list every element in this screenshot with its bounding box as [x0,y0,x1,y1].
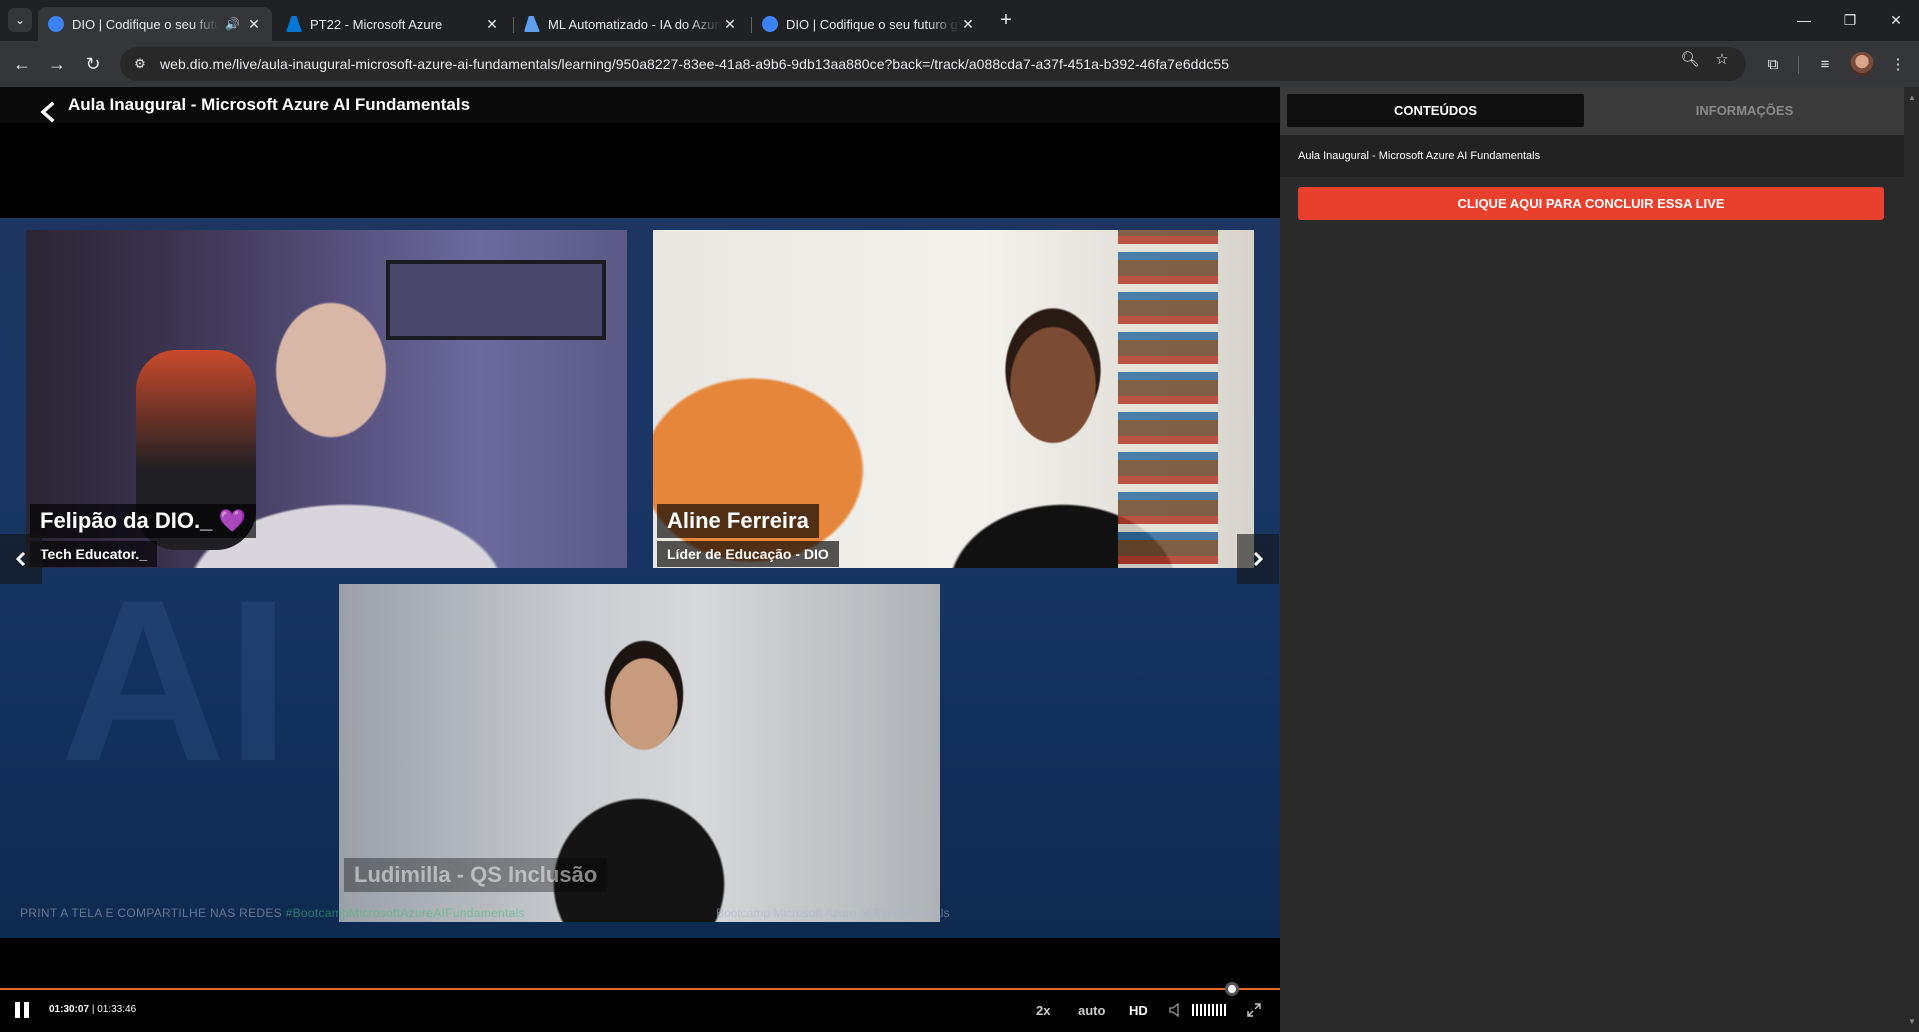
new-tab-icon[interactable]: + [995,10,1017,32]
azure-favicon-icon [286,16,302,32]
speed-button[interactable]: 2x [1036,1003,1050,1018]
quality-button[interactable]: HD [1129,1003,1148,1018]
tab-conteudos[interactable]: CONTEÚDOS [1287,94,1584,127]
player-header: Aula Inaugural - Microsoft Azure AI Fund… [0,87,1280,123]
dio-favicon-icon [762,16,778,32]
dio-favicon-icon [48,16,64,32]
shelf-shape [386,260,606,340]
tab-dio[interactable]: DIO | Codifique o seu futuro gl ✕ [752,7,986,41]
back-chevron-icon[interactable] [38,101,58,123]
progress-bar[interactable] [0,988,1280,990]
close-tab-icon[interactable]: ✕ [722,16,738,32]
tab-title: DIO | Codifique o seu futuro [72,16,220,32]
share-hashtag: #BootcampMicrosoftAzureAIFundamentals [285,906,525,920]
background-watermark: AI [60,552,290,809]
reload-icon[interactable]: ↻ [80,51,106,77]
sidebar-tabs: CONTEÚDOS INFORMAÇÕES [1280,87,1904,135]
live-title: Aula Inaugural - Microsoft Azure AI Fund… [68,95,471,114]
close-tab-icon[interactable]: ✕ [484,16,500,32]
toolbar-separator [1798,56,1799,74]
url-text: web.dio.me/live/aula-inaugural-microsoft… [160,56,1230,72]
quality-mode-button[interactable]: auto [1078,1003,1105,1018]
tab-azure[interactable]: PT22 - Microsoft Azure ✕ [276,7,510,41]
address-bar[interactable]: ⚙ web.dio.me/live/aula-inaugural-microso… [120,47,1746,81]
scroll-down-icon[interactable]: ▼ [1908,1017,1916,1026]
scroll-up-icon[interactable]: ▲ [1908,93,1916,102]
site-info-icon[interactable]: ⚙ [132,56,148,72]
participant-name: Felipão da DIO._ 💜 [30,504,256,538]
conclude-live-button[interactable]: CLIQUE AQUI PARA CONCLUIR ESSA LIVE [1298,187,1884,220]
tab-informacoes[interactable]: INFORMAÇÕES [1591,94,1898,127]
azure-ml-favicon-icon [524,16,540,32]
tab-search-button[interactable]: ⌄ [8,8,32,32]
minimize-icon[interactable]: — [1784,8,1824,32]
volume-slider[interactable] [1192,1003,1228,1017]
current-time: 01:30:07 [49,1004,90,1015]
extensions-icon[interactable]: ⧉ [1761,52,1785,76]
tab-title: DIO | Codifique o seu futuro gl [786,16,960,32]
close-window-icon[interactable]: ✕ [1876,8,1916,32]
next-arrow-button[interactable] [1237,534,1279,584]
chevron-right-icon [1253,551,1264,567]
profile-avatar[interactable] [1850,52,1874,76]
page-scrollbar[interactable]: ▲ ▼ [1904,87,1919,1032]
progress-knob[interactable] [1225,982,1239,996]
close-tab-icon[interactable]: ✕ [960,16,976,32]
tab-dio-active[interactable]: DIO | Codifique o seu futuro 🔊 ✕ [38,7,272,41]
forward-icon[interactable]: → [44,51,70,77]
browser-tab-strip: ⌄ DIO | Codifique o seu futuro 🔊 ✕ PT22 … [0,0,1919,41]
menu-kebab-icon[interactable]: ⋮ [1886,52,1910,76]
duration: 01:33:46 [97,1004,137,1015]
share-caption-text: PRINT A TELA E COMPARTILHE NAS REDES [20,906,282,920]
video-stage[interactable]: AI Felipão da DIO._ 💜 Tech Educator._ Al… [0,218,1280,938]
back-icon[interactable]: ← [9,51,35,77]
time-separator: | [91,1004,95,1015]
chevron-left-icon [15,551,26,567]
participant-name: Ludimilla - QS Inclusão [344,858,608,892]
tab-title: PT22 - Microsoft Azure [310,16,443,32]
close-tab-icon[interactable]: ✕ [246,16,262,32]
zoom-icon[interactable]: 🔍︎ [1680,49,1700,69]
bootcamp-caption: Bootcamp Microsoft Azure AI Fundamentals [716,906,950,920]
share-caption: PRINT A TELA E COMPARTILHE NAS REDES #Bo… [20,906,525,920]
content-heading: Aula Inaugural - Microsoft Azure AI Fund… [1280,135,1904,177]
media-control-icon[interactable]: ≡ [1813,52,1837,76]
content-sidebar: CONTEÚDOS INFORMAÇÕES Aula Inaugural - M… [1280,87,1904,1032]
participant-role: Líder de Educação - DIO [657,541,839,567]
volume-icon[interactable] [1168,1003,1182,1017]
bookshelf-shape [1118,230,1218,568]
time-display: 01:30:07 | 01:33:46 [49,1004,136,1015]
participant-role: Tech Educator._ [30,541,158,567]
prev-arrow-button[interactable] [0,534,42,584]
video-player: Aula Inaugural - Microsoft Azure AI Fund… [0,87,1280,1032]
tab-title: ML Automatizado - IA do Azure [548,16,722,32]
restore-icon[interactable]: ❐ [1830,8,1870,32]
participant-name: Aline Ferreira [657,504,819,538]
bookmark-star-icon[interactable]: ☆ [1712,49,1732,69]
speaker-icon[interactable]: 🔊 [225,17,240,31]
pause-icon[interactable] [14,1001,31,1019]
fullscreen-icon[interactable] [1247,1003,1261,1017]
tab-azure-ml[interactable]: ML Automatizado - IA do Azure ✕ [514,7,748,41]
browser-toolbar: ← → ↻ ⚙ web.dio.me/live/aula-inaugural-m… [0,41,1919,87]
